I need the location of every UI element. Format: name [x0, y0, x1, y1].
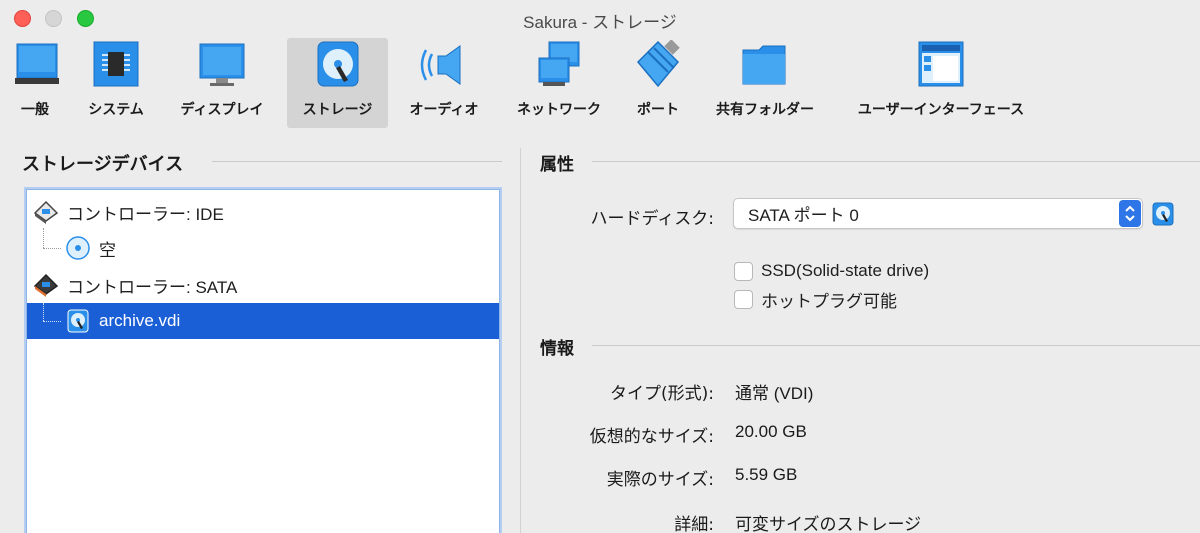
storage-disk-icon [317, 41, 358, 87]
select-arrows-icon [1119, 200, 1141, 227]
hotplug-checkbox[interactable] [734, 290, 753, 309]
tab-display[interactable]: ディスプレイ [166, 38, 278, 128]
info-type-label: タイプ(形式): [610, 384, 714, 404]
choose-disk-icon[interactable] [1152, 202, 1174, 226]
harddisk-label: ハードディスク: [590, 209, 714, 229]
tab-shared-folders-label: 共有フォルダー [716, 102, 814, 118]
tree-item-label: コントローラー: SATA [67, 277, 238, 297]
info-actual-size-label: 実際のサイズ: [606, 470, 714, 490]
information-separator [592, 345, 1200, 346]
tree-item-archive-vdi[interactable]: archive.vdi [27, 303, 499, 339]
harddisk-port-select[interactable]: SATA ポート 0 [733, 198, 1143, 229]
shared-folder-icon [742, 45, 786, 85]
tab-shared-folders[interactable]: 共有フォルダー [700, 38, 830, 128]
tree-connector [43, 321, 61, 322]
port-plug-icon [636, 40, 680, 88]
hard-disk-icon [67, 309, 89, 333]
tab-ports-label: ポート [637, 102, 679, 118]
info-details-value: 可変サイズのストレージ [735, 515, 922, 533]
optical-disc-icon [66, 236, 90, 260]
tab-audio-label: オーディオ [409, 102, 479, 118]
tab-general[interactable]: 一般 [4, 38, 66, 128]
attributes-title: 属性 [540, 155, 574, 175]
info-type-value: 通常 (VDI) [735, 384, 814, 403]
storage-devices-title: ストレージデバイス [22, 154, 184, 175]
tree-item-label: コントローラー: IDE [67, 204, 224, 224]
tab-user-interface-label: ユーザーインターフェース [857, 102, 1025, 118]
info-virtual-size-value: 20.00 GB [735, 422, 807, 441]
tab-audio[interactable]: オーディオ [398, 38, 490, 128]
info-details-label: 詳細: [674, 515, 714, 533]
tab-storage-label: ストレージ [302, 102, 373, 118]
controller-icon [33, 200, 59, 224]
tree-item-label: archive.vdi [99, 311, 181, 330]
tab-network[interactable]: ネットワーク [500, 38, 618, 128]
tab-storage[interactable]: ストレージ [287, 38, 388, 128]
general-icon [15, 43, 59, 84]
window-title: Sakura - ストレージ [523, 13, 677, 32]
audio-speaker-icon [420, 45, 461, 85]
storage-devices-separator [212, 161, 502, 162]
display-monitor-icon [199, 43, 245, 86]
tab-general-label: 一般 [21, 102, 49, 118]
information-title: 情報 [540, 339, 574, 359]
tree-connector [43, 303, 44, 321]
hotplug-checkbox-label: ホットプラグ可能 [761, 292, 897, 311]
tree-item-controller-sata[interactable]: コントローラー: SATA [27, 267, 499, 303]
info-actual-size-value: 5.59 GB [735, 465, 798, 484]
harddisk-port-value: SATA ポート 0 [748, 206, 859, 225]
tab-system-label: システム [88, 102, 144, 118]
hotplug-checkbox-row[interactable]: ホットプラグ可能 [734, 287, 897, 312]
attributes-separator [592, 161, 1200, 162]
ssd-checkbox[interactable] [734, 261, 753, 281]
tree-item-label: 空 [99, 240, 116, 260]
tab-network-label: ネットワーク [517, 102, 601, 118]
title-bar: Sakura - ストレージ [0, 0, 1200, 38]
ssd-checkbox-label: SSD(Solid-state drive) [761, 261, 930, 280]
controller-icon [33, 273, 59, 297]
tree-item-empty-optical[interactable]: 空 [27, 230, 499, 266]
network-icon [538, 41, 580, 86]
info-virtual-size-label: 仮想的なサイズ: [589, 427, 714, 447]
tab-system[interactable]: システム [76, 38, 156, 128]
ssd-checkbox-row[interactable]: SSD(Solid-state drive) [734, 261, 929, 281]
tab-ports[interactable]: ポート [626, 38, 690, 128]
system-chip-icon [93, 41, 139, 87]
user-interface-icon [918, 41, 964, 87]
tab-user-interface[interactable]: ユーザーインターフェース [840, 38, 1042, 128]
settings-toolbar: 一般 システム ディスプレイ ストレージ オーディオ ネットワーク ポート 共有… [0, 38, 1200, 130]
tab-display-label: ディスプレイ [180, 102, 264, 118]
